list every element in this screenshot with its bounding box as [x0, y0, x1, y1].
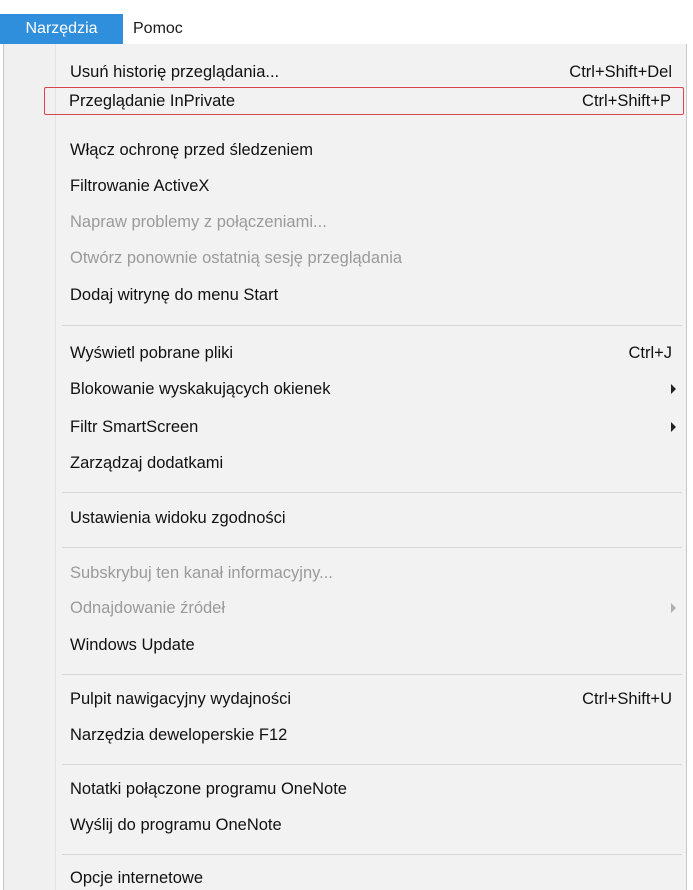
menu-item-delete-history[interactable]: Usuń historię przeglądania... Ctrl+Shift… [6, 58, 684, 86]
menu-item-tracking-protection[interactable]: Włącz ochronę przed śledzeniem [6, 136, 684, 164]
menu-item-windows-update[interactable]: Windows Update [6, 631, 684, 659]
menu-item-label: Usuń historię przeglądania... [70, 62, 280, 81]
menu-item-label: Napraw problemy z połączeniami... [70, 212, 327, 231]
menubar-tools[interactable]: Narzędzia [0, 14, 123, 44]
menu-item-label: Wyślij do programu OneNote [70, 815, 282, 834]
menu-item-activex-filtering[interactable]: Filtrowanie ActiveX [6, 172, 684, 200]
submenu-arrow-icon [671, 422, 676, 432]
tools-dropdown-menu: Usuń historię przeglądania... Ctrl+Shift… [3, 44, 687, 890]
menu-item-label: Odnajdowanie źródeł [70, 598, 226, 617]
menubar-help[interactable]: Pomoc [123, 14, 193, 44]
menu-separator [62, 325, 682, 326]
menu-item-label: Opcje internetowe [70, 868, 203, 887]
menu-item-internet-options[interactable]: Opcje internetowe [6, 864, 684, 890]
menu-item-performance-dashboard[interactable]: Pulpit nawigacyjny wydajności Ctrl+Shift… [6, 685, 684, 713]
menu-item-label: Filtr SmartScreen [70, 417, 199, 436]
menu-item-onenote-linked[interactable]: Notatki połączone programu OneNote [6, 775, 684, 803]
menu-item-feed-discovery[interactable]: Odnajdowanie źródeł [6, 594, 684, 622]
menu-separator [62, 547, 682, 548]
menu-item-shortcut: Ctrl+Shift+U [582, 689, 672, 708]
menu-separator [62, 854, 682, 855]
menu-item-inprivate[interactable]: Przeglądanie InPrivate Ctrl+Shift+P [44, 87, 684, 115]
menu-item-shortcut: Ctrl+J [628, 343, 672, 362]
menu-item-label: Przeglądanie InPrivate [69, 91, 236, 110]
menu-item-label: Subskrybuj ten kanał informacyjny... [70, 563, 333, 582]
menu-separator [62, 492, 682, 493]
menu-item-fix-connection[interactable]: Napraw problemy z połączeniami... [6, 208, 684, 236]
menu-item-shortcut: Ctrl+Shift+Del [569, 62, 672, 81]
menu-item-label: Zarządzaj dodatkami [70, 453, 224, 472]
menu-item-dev-tools[interactable]: Narzędzia deweloperskie F12 [6, 721, 684, 749]
menu-separator [62, 674, 682, 675]
menu-item-reopen-session[interactable]: Otwórz ponownie ostatnią sesję przegląda… [6, 244, 684, 272]
menu-separator [62, 764, 682, 765]
menu-item-label: Filtrowanie ActiveX [70, 176, 210, 195]
menu-item-label: Ustawienia widoku zgodności [70, 508, 286, 527]
submenu-arrow-icon [671, 603, 676, 613]
menu-item-add-to-start[interactable]: Dodaj witrynę do menu Start [6, 281, 684, 309]
menu-item-send-onenote[interactable]: Wyślij do programu OneNote [6, 811, 684, 839]
screen: Narzędzia Pomoc Usuń historię przeglądan… [0, 0, 693, 890]
menu-item-label: Dodaj witrynę do menu Start [70, 285, 279, 304]
menu-item-downloads[interactable]: Wyświetl pobrane pliki Ctrl+J [6, 339, 684, 367]
menu-item-compat-view[interactable]: Ustawienia widoku zgodności [6, 504, 684, 532]
menu-item-label: Narzędzia deweloperskie F12 [70, 725, 288, 744]
menu-item-label: Notatki połączone programu OneNote [70, 779, 347, 798]
menu-item-label: Wyświetl pobrane pliki [70, 343, 234, 362]
menu-item-subscribe-feed[interactable]: Subskrybuj ten kanał informacyjny... [6, 559, 684, 587]
menu-item-shortcut: Ctrl+Shift+P [582, 91, 671, 110]
submenu-arrow-icon [671, 384, 676, 394]
menu-item-label: Włącz ochronę przed śledzeniem [70, 140, 314, 159]
menu-item-label: Windows Update [70, 635, 195, 654]
menu-item-smartscreen[interactable]: Filtr SmartScreen [6, 413, 684, 441]
menu-bar: Narzędzia Pomoc [0, 14, 693, 44]
menu-item-label: Otwórz ponownie ostatnią sesję przegląda… [70, 248, 403, 267]
menu-item-popup-blocker[interactable]: Blokowanie wyskakujących okienek [6, 375, 684, 403]
menu-item-label: Blokowanie wyskakujących okienek [70, 379, 331, 398]
menu-item-manage-addons[interactable]: Zarządzaj dodatkami [6, 449, 684, 477]
menu-item-label: Pulpit nawigacyjny wydajności [70, 689, 292, 708]
